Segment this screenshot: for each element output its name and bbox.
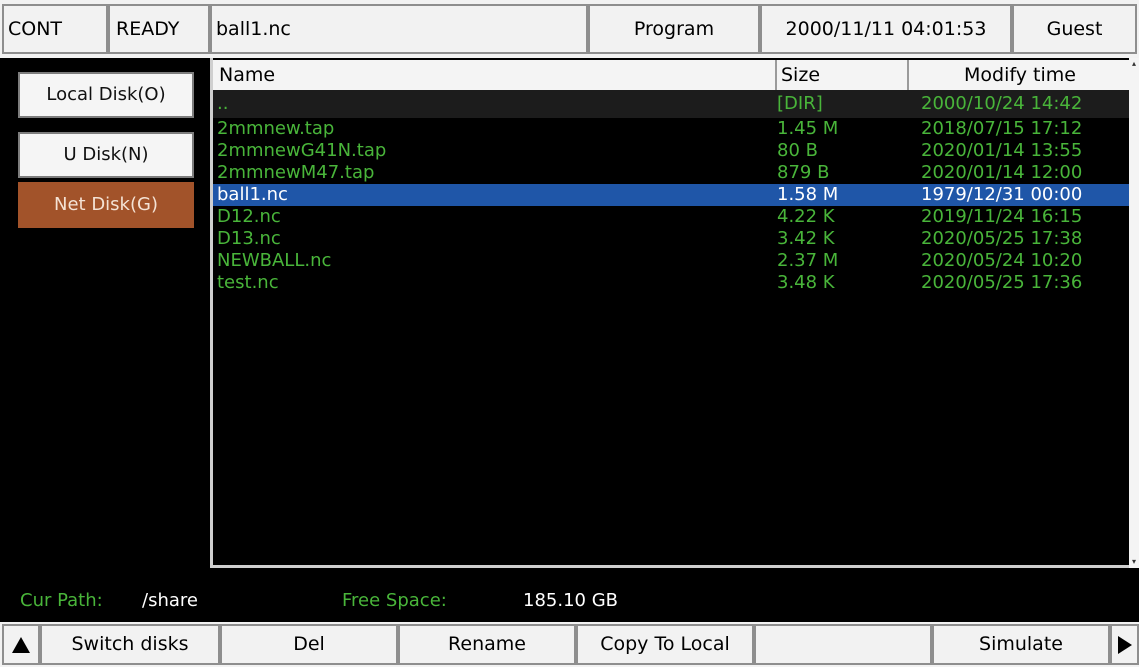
file-size: 1.58 M: [777, 184, 839, 205]
file-modify-time: 2020/05/25 17:38: [921, 228, 1083, 249]
top-status-bar: CONT READY ball1.nc Program 2000/11/11 0…: [0, 0, 1139, 60]
file-size: 2.37 M: [777, 250, 839, 271]
machine-state-indicator: READY: [108, 4, 210, 54]
file-size: 3.42 K: [777, 228, 835, 249]
file-name: NEWBALL.nc: [217, 250, 332, 271]
column-header-size[interactable]: Size: [775, 60, 820, 90]
file-size: 4.22 K: [777, 206, 835, 227]
file-list-panel: Name Size Modify time .. [DIR] 2000/10/2…: [210, 58, 1129, 568]
disk-selector-panel: Local Disk(O) U Disk(N) Net Disk(G): [0, 58, 210, 570]
file-list-header: Name Size Modify time: [213, 60, 1129, 90]
file-name: D13.nc: [217, 228, 281, 249]
cnc-file-manager-screen: CONT READY ball1.nc Program 2000/11/11 0…: [0, 0, 1139, 667]
path-info-bar: Cur Path: /share Free Space: 185.10 GB: [0, 582, 1139, 620]
file-name: ..: [217, 93, 229, 114]
file-name: 2mmnew.tap: [217, 118, 335, 139]
list-item[interactable]: 2mmnew.tap 1.45 M 2018/07/15 17:12: [213, 118, 1129, 140]
cur-path-label: Cur Path:: [20, 590, 103, 611]
net-disk-button[interactable]: Net Disk(G): [18, 182, 194, 228]
copy-to-local-button[interactable]: Copy To Local: [576, 624, 754, 665]
file-size: 879 B: [777, 162, 830, 183]
local-disk-button[interactable]: Local Disk(O): [18, 72, 194, 118]
current-file-display: ball1.nc: [210, 4, 588, 54]
file-list-scrollbar[interactable]: ▴ ▾: [1129, 58, 1139, 568]
list-item-selected[interactable]: ball1.nc 1.58 M 1979/12/31 00:00: [213, 184, 1129, 206]
cur-path-value: /share: [142, 590, 198, 611]
softkey-bar: Switch disks Del Rename Copy To Local Si…: [0, 622, 1139, 667]
file-size: 3.48 K: [777, 272, 835, 293]
file-name: ball1.nc: [217, 184, 288, 205]
screen-name-display: Program: [588, 4, 760, 54]
file-size: 80 B: [777, 140, 818, 161]
list-item[interactable]: D12.nc 4.22 K 2019/11/24 16:15: [213, 206, 1129, 228]
free-space-label: Free Space:: [342, 590, 447, 611]
list-item[interactable]: D13.nc 3.42 K 2020/05/25 17:38: [213, 228, 1129, 250]
file-modify-time: 2019/11/24 16:15: [921, 206, 1083, 227]
file-size: 1.45 M: [777, 118, 839, 139]
file-modify-time: 2020/05/25 17:36: [921, 272, 1083, 293]
file-list-rows: .. [DIR] 2000/10/24 14:42 2mmnew.tap 1.4…: [213, 90, 1129, 294]
triangle-right-icon: [1117, 635, 1132, 654]
list-item[interactable]: test.nc 3.48 K 2020/05/25 17:36: [213, 272, 1129, 294]
column-header-name[interactable]: Name: [219, 60, 275, 90]
file-modify-time: 2000/10/24 14:42: [921, 93, 1083, 114]
file-name: D12.nc: [217, 206, 281, 227]
file-size: [DIR]: [777, 93, 823, 114]
list-item-parent-dir[interactable]: .. [DIR] 2000/10/24 14:42: [213, 90, 1129, 118]
list-item[interactable]: NEWBALL.nc 2.37 M 2020/05/24 10:20: [213, 250, 1129, 272]
softkey-prev-page-button[interactable]: [2, 624, 40, 665]
file-modify-time: 2020/01/14 13:55: [921, 140, 1083, 161]
user-display: Guest: [1012, 4, 1137, 54]
file-modify-time: 2020/01/14 12:00: [921, 162, 1083, 183]
run-mode-indicator: CONT: [2, 4, 108, 54]
datetime-display: 2000/11/11 04:01:53: [760, 4, 1012, 54]
file-modify-time: 1979/12/31 00:00: [921, 184, 1083, 205]
triangle-up-icon: [12, 636, 30, 653]
delete-button[interactable]: Del: [220, 624, 398, 665]
scroll-down-icon[interactable]: ▾: [1130, 558, 1138, 566]
u-disk-button[interactable]: U Disk(N): [18, 132, 194, 178]
switch-disks-button[interactable]: Switch disks: [40, 624, 220, 665]
file-modify-time: 2020/05/24 10:20: [921, 250, 1083, 271]
file-name: test.nc: [217, 272, 279, 293]
free-space-value: 185.10 GB: [523, 590, 619, 611]
file-name: 2mmnewG41N.tap: [217, 140, 387, 161]
empty-softkey-button[interactable]: [754, 624, 932, 665]
simulate-button[interactable]: Simulate: [932, 624, 1110, 665]
list-item[interactable]: 2mmnewG41N.tap 80 B 2020/01/14 13:55: [213, 140, 1129, 162]
rename-button[interactable]: Rename: [398, 624, 576, 665]
column-header-modify-time[interactable]: Modify time: [907, 60, 1131, 90]
file-name: 2mmnewM47.tap: [217, 162, 375, 183]
softkey-next-page-button[interactable]: [1110, 624, 1139, 665]
scroll-up-icon[interactable]: ▴: [1130, 60, 1138, 68]
file-modify-time: 2018/07/15 17:12: [921, 118, 1083, 139]
list-item[interactable]: 2mmnewM47.tap 879 B 2020/01/14 12:00: [213, 162, 1129, 184]
